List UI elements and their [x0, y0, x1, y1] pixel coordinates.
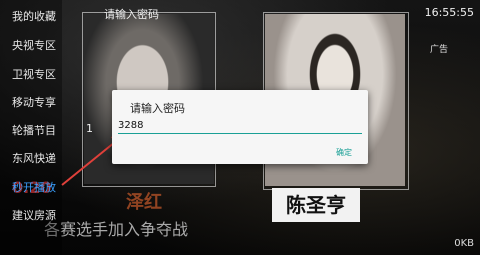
confirm-button[interactable]: 确定 — [336, 147, 352, 158]
password-dialog: 请输入密码 确定 — [112, 90, 368, 164]
password-input[interactable] — [118, 117, 362, 134]
dialog-title: 请输入密码 — [130, 102, 185, 115]
